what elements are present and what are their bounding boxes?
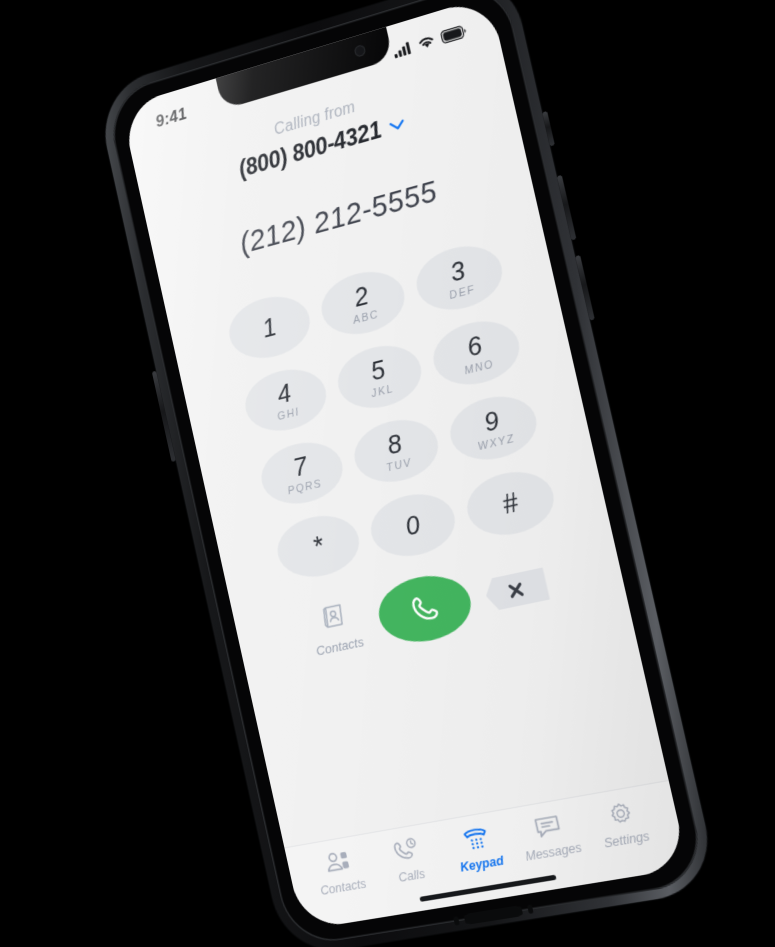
keypad-key-digit: * [309, 530, 326, 562]
tab-settings[interactable]: Settings [581, 795, 672, 882]
phone-scene: 9:41 Calling from (800) 800-4321 (212) 2… [0, 0, 775, 947]
people-icon [322, 848, 350, 876]
tab-label: Messages [524, 840, 583, 864]
keypad-key-letters: MNO [463, 357, 496, 377]
keypad-key-1[interactable]: 1 [223, 288, 316, 367]
screenshot-root: 9:41 Calling from (800) 800-4321 (212) 2… [0, 0, 775, 947]
keypad-key-letters: WXYZ [476, 432, 517, 453]
phone-device: 9:41 Calling from (800) 800-4321 (212) 2… [94, 0, 720, 947]
keypad-key-digit: 1 [259, 311, 280, 344]
home-indicator[interactable] [419, 874, 557, 902]
keypad-key-letters: ABC [351, 308, 381, 327]
tab-bar: Contacts Calls Keypad Messages Settings [284, 779, 689, 931]
keypad-key-digit: 5 [367, 353, 388, 386]
contacts-book-icon [316, 599, 350, 634]
tab-label: Settings [602, 828, 651, 851]
tab-label: Keypad [458, 853, 506, 875]
keypad-key-5[interactable]: 5 JKL [332, 337, 428, 417]
open-contacts-button[interactable]: Contacts [307, 597, 365, 658]
status-bar-time: 9:41 [153, 104, 189, 132]
cellular-signal-icon [394, 41, 411, 58]
chevron-down-icon[interactable] [388, 118, 405, 132]
status-bar-icons [392, 24, 467, 58]
keypad-key-digit: 7 [290, 449, 310, 482]
keypad-key-digit: 8 [384, 427, 405, 460]
tab-label: Calls [397, 866, 427, 885]
keypad-grid: 1 2 ABC 3 DEF 4 GHI 5 JKL 6 MNO 7 PQRS 8… [169, 225, 608, 596]
keypad-key-digit: 9 [481, 404, 502, 438]
keypad-key-letters: PQRS [286, 477, 324, 497]
keypad-key-8[interactable]: 8 TUV [348, 411, 445, 490]
keypad-key-digit: 6 [464, 329, 485, 363]
gear-icon [604, 799, 637, 828]
backspace-delete-icon [506, 580, 526, 600]
keypad-key-letters: DEF [448, 283, 477, 302]
tab-calls[interactable]: Calls [369, 833, 454, 917]
keypad-key-7[interactable]: 7 PQRS [255, 434, 349, 512]
keypad-key-hash[interactable]: # [461, 463, 560, 543]
keypad-key-digit: 3 [447, 254, 468, 288]
dialer-app: 9:41 Calling from (800) 800-4321 (212) 2… [121, 0, 689, 931]
tab-label: Contacts [319, 876, 368, 898]
contacts-action-label: Contacts [314, 633, 366, 659]
keypad-key-digit: 4 [274, 376, 294, 409]
phone-clock-icon [390, 836, 421, 864]
keypad-icon [460, 824, 492, 850]
delete-backspace-button[interactable] [482, 567, 549, 611]
wifi-icon [417, 33, 436, 51]
phone-handset-icon [405, 589, 445, 629]
phone-screen: 9:41 Calling from (800) 800-4321 (212) 2… [121, 0, 689, 931]
battery-icon [440, 24, 468, 44]
keypad-key-letters: TUV [385, 456, 414, 474]
keypad-key-asterisk[interactable]: * [271, 508, 366, 585]
keypad-key-4[interactable]: 4 GHI [239, 361, 333, 439]
message-bubble-icon [531, 812, 564, 841]
call-button[interactable] [372, 567, 478, 650]
keypad-key-6[interactable]: 6 MNO [427, 312, 526, 393]
keypad-key-9[interactable]: 9 WXYZ [444, 388, 543, 468]
keypad-key-digit: 2 [351, 279, 372, 313]
